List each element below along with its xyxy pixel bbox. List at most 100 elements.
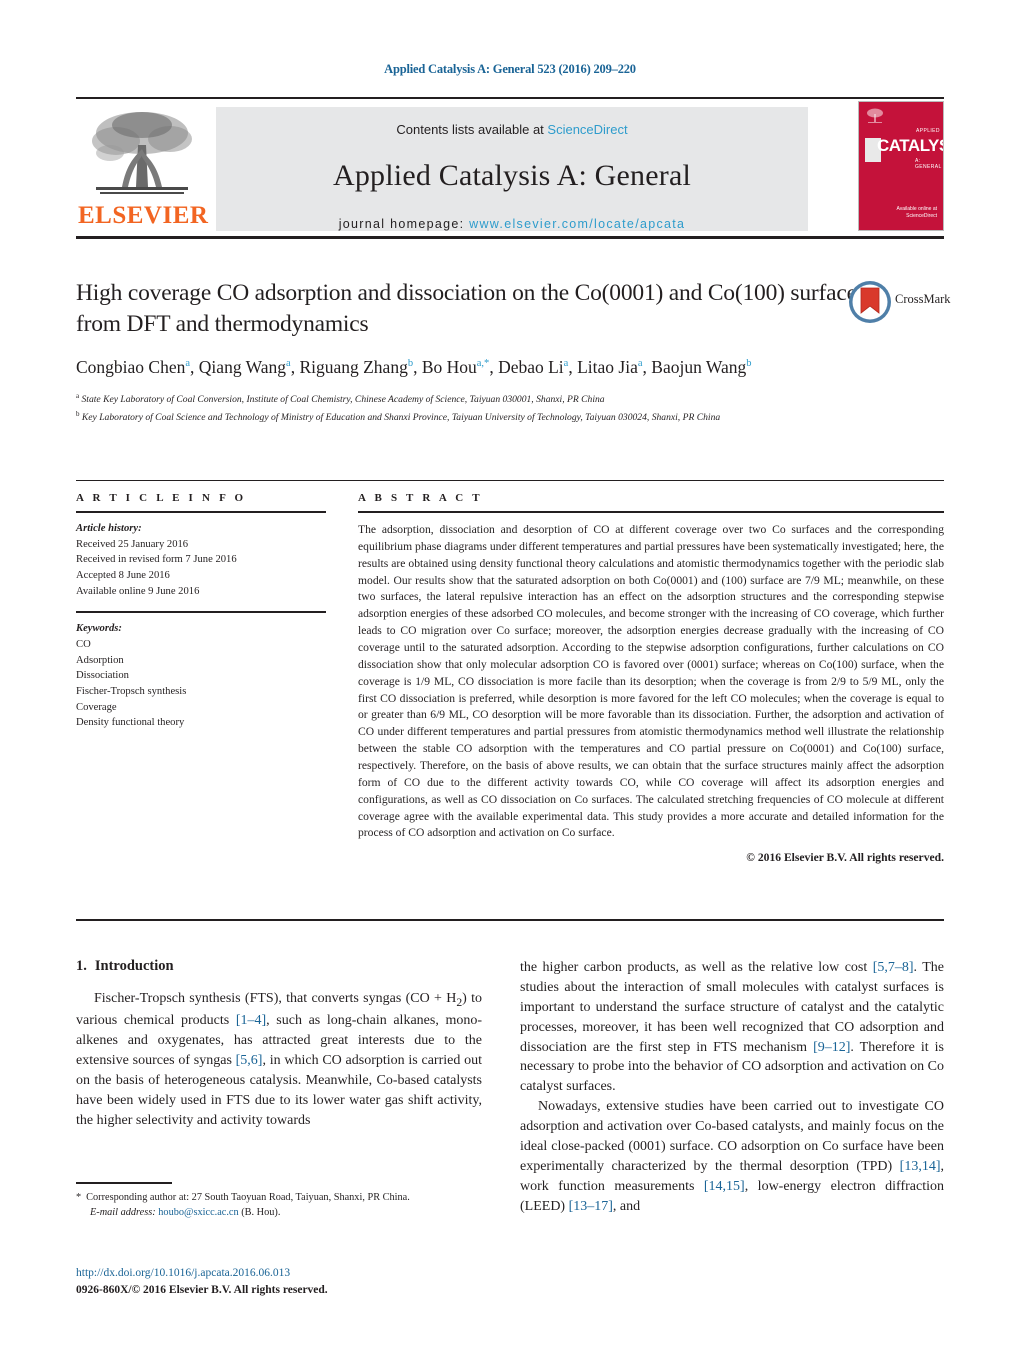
masthead-top-rule [76, 97, 944, 99]
masthead-bottom-rule [76, 236, 944, 239]
corresponding-author-text: Corresponding author at: 27 South Taoyua… [86, 1192, 410, 1203]
keywords-group: Keywords: CO Adsorption Dissociation Fis… [76, 621, 326, 731]
copyright-line: © 2016 Elsevier B.V. All rights reserved… [746, 851, 944, 865]
contents-available-line: Contents lists available at ScienceDirec… [216, 122, 808, 137]
section-number: 1. [76, 958, 87, 974]
cover-subtitle-bottom: A: GENERAL [915, 158, 942, 170]
citation-5-6[interactable]: [5,6] [236, 1053, 263, 1068]
citation-13-14[interactable]: [13,14] [900, 1159, 941, 1174]
affiliation-marker: b [76, 409, 80, 418]
cover-subtitle-top: APPLIED [916, 128, 940, 134]
history-item: Accepted 8 June 2016 [76, 570, 170, 582]
intro-paragraph-2-right: Nowadays, extensive studies have been ca… [520, 1097, 944, 1216]
issn-copyright-line: 0926-860X/© 2016 Elsevier B.V. All right… [76, 1284, 328, 1297]
affiliation-item: a State Key Laboratory of Coal Conversio… [76, 392, 605, 406]
keyword-item: Dissociation [76, 670, 129, 682]
running-head: Applied Catalysis A: General 523 (2016) … [384, 62, 636, 76]
homepage-url-link[interactable]: www.elsevier.com/locate/apcata [469, 217, 685, 231]
history-item: Available online 9 June 2016 [76, 585, 200, 597]
doi-link[interactable]: http://dx.doi.org/10.1016/j.apcata.2016.… [76, 1265, 576, 1282]
article-info-rule [76, 511, 326, 513]
email-link[interactable]: houbo@sxicc.ac.cn [158, 1207, 238, 1218]
citation-9-12[interactable]: [9–12] [813, 1040, 850, 1055]
abstract-text: The adsorption, dissociation and desorpt… [358, 523, 944, 840]
elsevier-wordmark: ELSEVIER [78, 202, 209, 229]
keyword-item: Fischer-Tropsch synthesis [76, 686, 187, 698]
citation-13-17[interactable]: [13–17] [569, 1199, 613, 1214]
cover-title-text: CATALYSIS [877, 136, 943, 155]
email-suffix: (B. Hou). [241, 1207, 281, 1219]
article-page: Applied Catalysis A: General 523 (2016) … [0, 0, 1020, 1351]
keyword-item: CO [76, 639, 91, 651]
p1-pre: Fischer-Tropsch synthesis (FTS), that co… [94, 991, 457, 1006]
article-history-group: Article history: Received 25 January 201… [76, 521, 326, 599]
title-block: High coverage CO adsorption and dissocia… [76, 278, 951, 426]
section-heading-introduction: 1. Introduction [76, 958, 482, 975]
email-label: E-mail address: [90, 1207, 156, 1219]
rp2-d: , and [612, 1198, 641, 1214]
intro-paragraph-1-left: Fischer-Tropsch synthesis (FTS), that co… [76, 989, 482, 1131]
elsevier-tree-icon [92, 112, 192, 194]
rp1-a: the higher carbon products, as well as t… [520, 960, 873, 975]
keywords-rule [76, 611, 326, 614]
article-info-heading: A R T I C L E I N F O [76, 492, 247, 504]
body-separator-rule [76, 919, 944, 921]
footnote-block: * Corresponding author at: 27 South Taoyu… [76, 1190, 482, 1221]
article-info-column: A R T I C L E I N F O Article history: R… [76, 492, 326, 731]
page-title: High coverage CO adsorption and dissocia… [76, 280, 866, 337]
journal-homepage-line: journal homepage: www.elsevier.com/locat… [216, 217, 808, 231]
history-item: Received 25 January 2016 [76, 538, 189, 550]
doi-block: http://dx.doi.org/10.1016/j.apcata.2016.… [76, 1265, 576, 1300]
author-name: Baojun Wang [651, 357, 747, 378]
author-name: Qiang Wang [198, 357, 287, 378]
affiliation-item: b Key Laboratory of Coal Science and Tec… [76, 409, 721, 423]
author-affiliation-marker: a [563, 358, 569, 370]
article-history-label: Article history: [76, 523, 142, 534]
author-affiliation-marker: b [746, 358, 752, 370]
author-affiliation-marker: a [286, 358, 291, 370]
author-name: Riguang Zhang [299, 357, 408, 378]
crossmark-label: CrossMark [895, 292, 951, 306]
keyword-item: Adsorption [76, 654, 124, 666]
body-column-left: 1. Introduction Fischer-Tropsch synthesis… [76, 958, 482, 1131]
cover-elsevier-icon [867, 108, 883, 123]
sciencedirect-link[interactable]: ScienceDirect [547, 122, 627, 137]
email-note: E-mail address: houbo@sxicc.ac.cn (B. Ho… [76, 1205, 482, 1220]
title-section-rule [76, 480, 944, 481]
author-name: Bo Hou [421, 357, 477, 378]
abstract-heading: A B S T R A C T [358, 492, 483, 504]
corresponding-author-note: * Corresponding author at: 27 South Taoyu… [76, 1190, 482, 1205]
citation-5-7-8[interactable]: [5,7–8] [873, 960, 914, 975]
intro-paragraph-1-right: the higher carbon products, as well as t… [520, 958, 944, 1097]
homepage-prefix: journal homepage: [338, 217, 470, 231]
abstract-rule [358, 511, 944, 513]
journal-masthead: ELSEVIER Contents lists available at Sci… [76, 97, 944, 239]
contents-prefix: Contents lists available at [396, 122, 548, 137]
journal-band: Contents lists available at ScienceDirec… [216, 107, 808, 231]
body-column-right: the higher carbon products, as well as t… [520, 958, 944, 1216]
crossmark-badge-group[interactable]: CrossMark [848, 278, 951, 328]
author-name: Debao Li [498, 357, 564, 378]
citation-1-4[interactable]: [1–4] [236, 1013, 266, 1028]
journal-cover-thumbnail[interactable]: CATALYSIS APPLIED A: GENERAL Available o… [858, 101, 944, 231]
history-item: Received in revised form 7 June 2016 [76, 554, 237, 566]
keyword-item: Coverage [76, 701, 117, 713]
cover-sciencedirect-mark: Available online at ScienceDirect [896, 206, 938, 219]
affiliation-list: a State Key Laboratory of Coal Conversio… [76, 391, 891, 425]
affiliation-marker: a [76, 392, 80, 401]
footnote-star: * [76, 1192, 82, 1203]
abstract-column: A B S T R A C T The adsorption, dissocia… [358, 492, 944, 864]
journal-title: Applied Catalysis A: General [332, 159, 692, 192]
keyword-item: Density functional theory [76, 717, 185, 729]
crossmark-icon[interactable] [848, 280, 892, 324]
elsevier-logo: ELSEVIER [78, 107, 209, 231]
author-affiliation-marker: a [637, 358, 643, 370]
citation-14-15[interactable]: [14,15] [704, 1179, 745, 1194]
author-affiliation-marker: a [185, 358, 191, 370]
author-name: Litao Jia [577, 357, 638, 378]
footnote-rule [76, 1182, 172, 1184]
section-title: Introduction [94, 958, 174, 974]
rp2-a: Nowadays, extensive studies have been ca… [520, 1099, 944, 1174]
author-list: Congbiao Chena, Qiang Wanga, Riguang Zha… [76, 357, 752, 378]
keywords-label: Keywords: [76, 623, 122, 635]
